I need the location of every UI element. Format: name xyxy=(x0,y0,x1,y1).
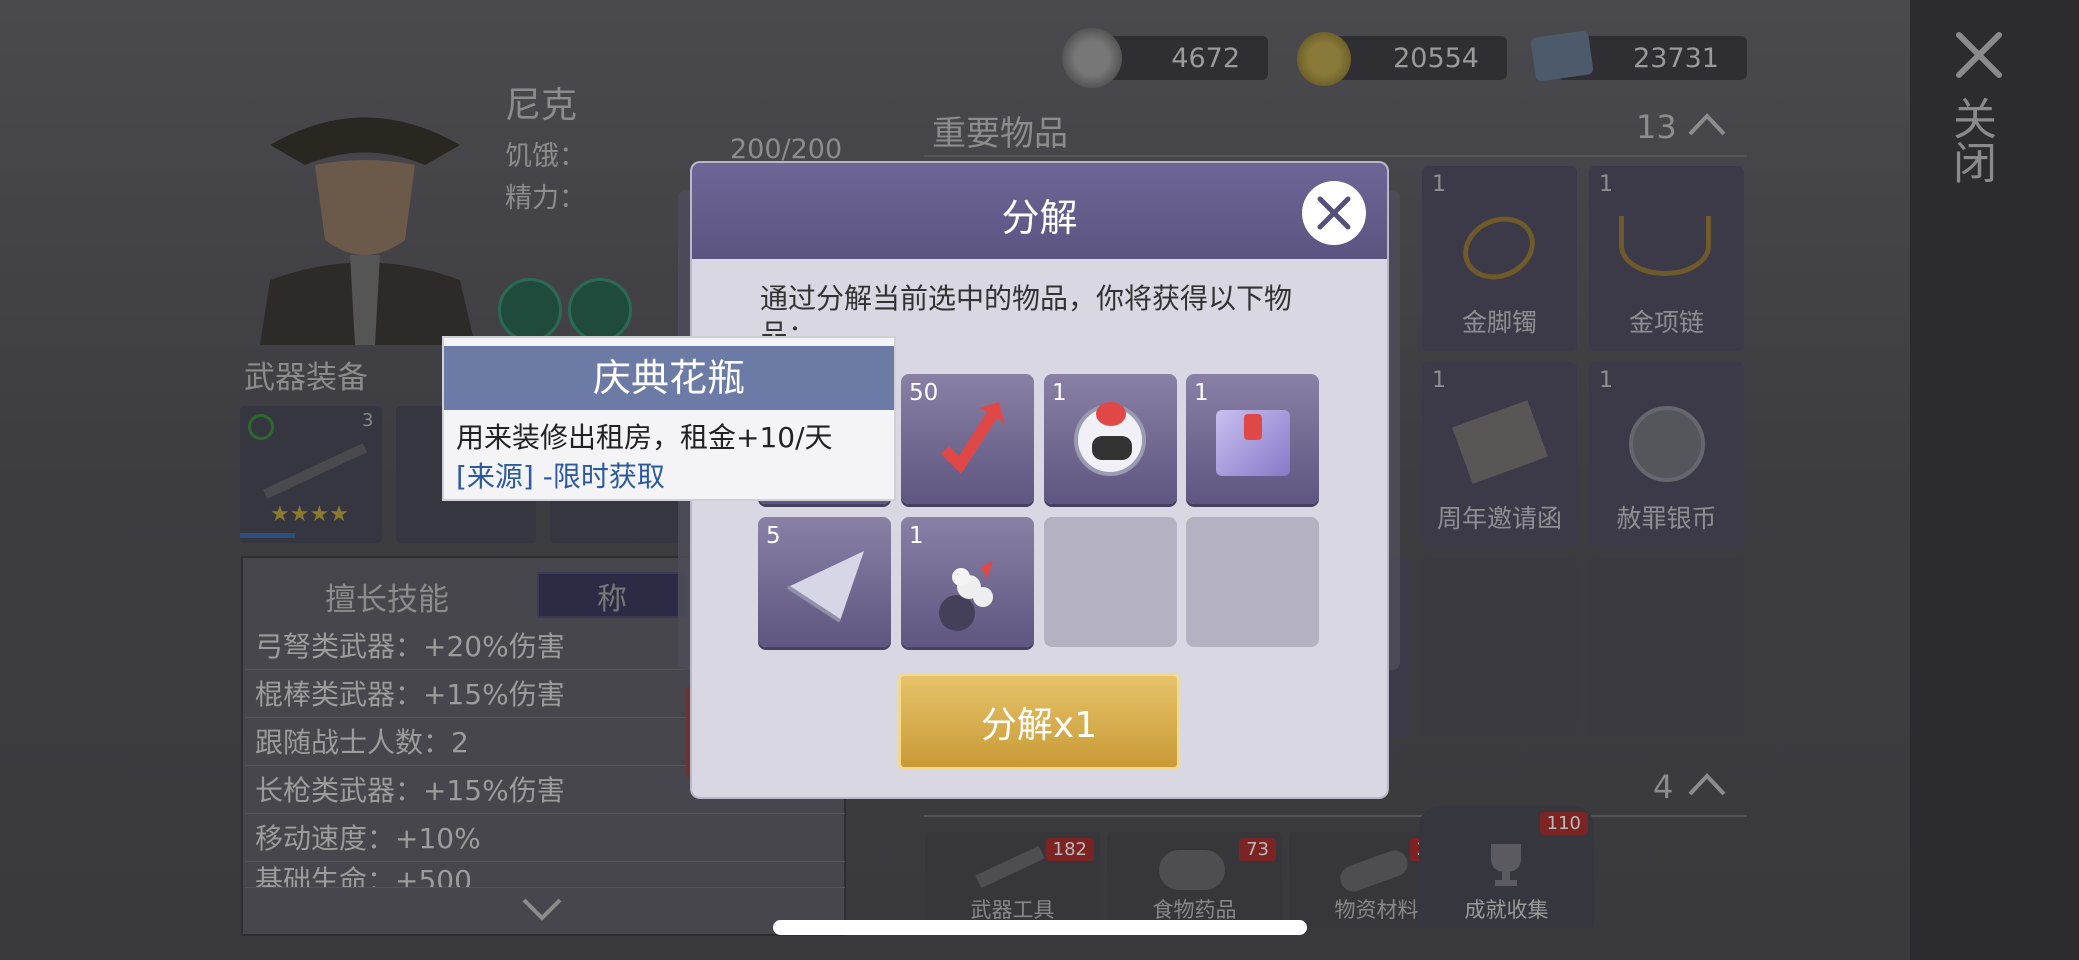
gold-coin-icon xyxy=(1297,32,1351,86)
close-label[interactable]: 关闭 xyxy=(1945,96,2002,184)
anniversary-badge-icon xyxy=(1074,402,1146,476)
hunger-value: 200/200 xyxy=(730,134,843,165)
tab-weapons-tools[interactable]: 182 武器工具 xyxy=(925,832,1100,928)
party-hat-icon xyxy=(784,547,868,627)
item-count: 1 xyxy=(1432,368,1446,393)
currency-silver-value: 4672 xyxy=(1171,42,1240,74)
character-portrait xyxy=(240,70,490,345)
red-arrow-icon xyxy=(935,402,1005,482)
item-cell-empty[interactable] xyxy=(1589,558,1744,738)
section-divider xyxy=(924,155,1747,157)
decompose-confirm-label: 分解x1 xyxy=(980,704,1098,746)
hunger-label: 饥饿： xyxy=(505,141,586,172)
currency-gold-value: 20554 xyxy=(1393,42,1479,74)
food-icon xyxy=(1159,850,1225,890)
gift-box-icon xyxy=(1216,410,1290,476)
skill-row: 移动速度：+10% xyxy=(245,816,845,862)
item-count: 1 xyxy=(1432,172,1446,197)
reward-count: 1 xyxy=(1052,380,1067,406)
decompose-confirm-button[interactable]: 分解x1 xyxy=(898,673,1180,770)
skill-badge-icon[interactable] xyxy=(568,278,632,342)
item-name: 赦罪银币 xyxy=(1616,504,1717,533)
weapon-exp-bar xyxy=(240,533,295,538)
reward-count: 50 xyxy=(909,380,939,406)
hammer-icon xyxy=(975,845,1045,889)
anklet-icon xyxy=(1452,205,1546,291)
currency-ticket-value: 23731 xyxy=(1633,42,1719,74)
item-tooltip: 庆典花瓶 用来装修出租房，租金+10/天 [来源] -限时获取 xyxy=(442,336,896,501)
reward-slot[interactable]: 1 xyxy=(901,517,1034,647)
reward-slot[interactable]: 1 xyxy=(1044,374,1177,504)
tab-achievements[interactable]: 110 成就收集 xyxy=(1419,806,1594,928)
energy-label: 精力： xyxy=(505,183,586,214)
section-divider xyxy=(924,815,1747,817)
silver-coin-icon xyxy=(1629,406,1705,482)
dialog-title: 分解 xyxy=(1001,196,1078,240)
tab-label: 成就收集 xyxy=(1464,898,1549,922)
envelope-icon xyxy=(1452,400,1548,484)
weapon-slot[interactable]: 3 ★★★★ xyxy=(240,406,382,543)
tooltip-description: 用来装修出租房，租金+10/天 xyxy=(456,421,833,454)
item-count: 1 xyxy=(1599,368,1613,393)
item-cell-pardon-silver-coin[interactable]: 1 赦罪银币 xyxy=(1589,362,1744,547)
item-cell-empty[interactable] xyxy=(1422,558,1577,738)
item-name: 金脚镯 xyxy=(1461,308,1537,337)
skill-row: 基础生命：+500 xyxy=(245,864,845,888)
chevron-down-icon[interactable] xyxy=(520,894,564,924)
close-sidebar[interactable]: 关闭 xyxy=(1910,0,2079,960)
reward-slot[interactable]: 50 xyxy=(901,374,1034,504)
weapon-level: 3 xyxy=(362,410,374,431)
reward-slot[interactable]: 1 xyxy=(1186,374,1319,504)
item-count: 1 xyxy=(1599,172,1613,197)
important-items-title: 重要物品 xyxy=(932,114,1068,154)
equipment-title: 武器装备 xyxy=(244,360,368,396)
tab-badge: 110 xyxy=(1539,812,1588,835)
necklace-icon xyxy=(1619,216,1711,276)
star-rating: ★★★★ xyxy=(270,502,349,527)
rifle-icon xyxy=(263,443,367,499)
chevron-up-icon[interactable] xyxy=(1686,770,1728,800)
tab-title[interactable]: 称 xyxy=(537,572,687,618)
reward-count: 5 xyxy=(766,523,781,549)
tooltip-title: 庆典花瓶 xyxy=(444,346,894,410)
reward-slot-empty xyxy=(1044,517,1177,647)
log-icon xyxy=(1336,846,1412,896)
flower-vase-icon xyxy=(929,557,1009,633)
reward-slot-empty xyxy=(1186,517,1319,647)
reward-count: 1 xyxy=(1194,380,1209,406)
ticket-icon xyxy=(1530,30,1594,82)
reward-slot[interactable]: 5 xyxy=(758,517,891,647)
item-name: 周年邀请函 xyxy=(1436,504,1562,533)
item-cell-gold-anklet[interactable]: 1 金脚镯 xyxy=(1422,166,1577,351)
reward-count: 1 xyxy=(909,523,924,549)
tab-title-label: 称 xyxy=(597,582,627,617)
stomach-icon[interactable] xyxy=(498,278,562,342)
close-icon[interactable] xyxy=(1954,30,2004,80)
character-name: 尼克 xyxy=(505,85,578,126)
dialog-close-button[interactable] xyxy=(1302,181,1366,245)
tab-food-medicine[interactable]: 73 食物药品 xyxy=(1107,832,1282,928)
important-items-count: 13 xyxy=(1636,108,1677,146)
item-name: 金项链 xyxy=(1628,308,1704,337)
tab-badge: 182 xyxy=(1045,838,1094,861)
refresh-icon xyxy=(248,414,274,440)
second-section-count: 4 xyxy=(1653,768,1674,806)
tooltip-source: [来源] -限时获取 xyxy=(456,460,665,493)
home-indicator[interactable] xyxy=(773,920,1307,935)
tab-skills[interactable]: 擅长技能 xyxy=(325,574,449,619)
close-icon xyxy=(1317,196,1351,230)
chevron-up-icon[interactable] xyxy=(1686,110,1728,140)
item-cell-anniversary-invitation[interactable]: 1 周年邀请函 xyxy=(1422,362,1577,547)
item-cell-gold-necklace[interactable]: 1 金项链 xyxy=(1589,166,1744,351)
tab-badge: 73 xyxy=(1239,838,1276,861)
silver-coins-icon xyxy=(1062,28,1122,88)
trophy-icon xyxy=(1481,842,1531,888)
